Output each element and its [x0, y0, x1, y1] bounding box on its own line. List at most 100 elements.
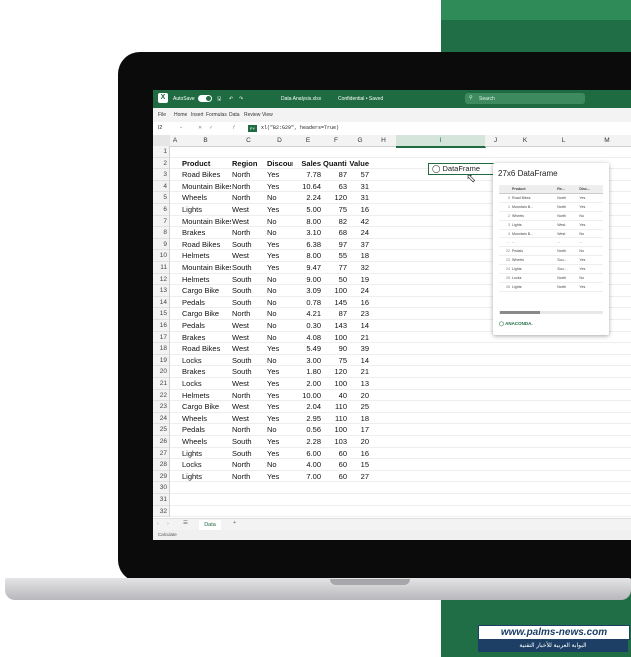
table-cell[interactable]: Yes	[267, 343, 293, 354]
table-cell[interactable]: 110	[323, 401, 347, 412]
table-cell[interactable]: Yes	[267, 262, 293, 273]
table-cell[interactable]: 17	[349, 424, 369, 435]
table-cell[interactable]: North	[232, 471, 266, 482]
table-cell[interactable]: 8.00	[293, 216, 321, 227]
table-cell[interactable]: No	[267, 320, 293, 331]
table-cell[interactable]: 37	[349, 239, 369, 250]
menu-home[interactable]: Home	[174, 112, 187, 118]
row-header[interactable]: 4	[153, 180, 170, 193]
menu-data[interactable]: Data	[229, 112, 240, 118]
table-cell[interactable]: 2.00	[293, 378, 321, 389]
table-cell[interactable]: Cargo Bike	[182, 308, 231, 319]
table-cell[interactable]: 50	[323, 274, 347, 285]
row-header[interactable]: 16	[153, 320, 170, 332]
save-icon[interactable]: 🖫	[217, 96, 221, 104]
table-cell[interactable]: South	[232, 274, 266, 285]
table-cell[interactable]: 103	[323, 436, 347, 447]
table-cell[interactable]: 18	[349, 250, 369, 261]
table-cell[interactable]: 2.95	[293, 413, 321, 424]
row-header[interactable]: 19	[153, 354, 170, 367]
table-cell[interactable]: Yes	[267, 448, 293, 459]
table-cell[interactable]: No	[267, 192, 293, 203]
table-cell[interactable]: 97	[323, 239, 347, 250]
name-box[interactable]: I2	[158, 125, 162, 131]
table-cell[interactable]: Wheels	[182, 192, 231, 203]
table-cell[interactable]: South	[232, 436, 266, 447]
table-cell[interactable]: Helmets	[182, 390, 231, 401]
row-header[interactable]: 12	[153, 273, 170, 286]
table-cell[interactable]: West	[232, 250, 266, 261]
menu-formulas[interactable]: Formulas	[206, 112, 227, 118]
table-cell[interactable]: 39	[349, 343, 369, 354]
table-cell[interactable]: Yes	[267, 366, 293, 377]
column-header-d[interactable]: D	[266, 135, 294, 147]
table-cell[interactable]: 7.00	[293, 471, 321, 482]
table-cell[interactable]: Mountain Bikes	[182, 262, 231, 273]
table-cell[interactable]: 57	[349, 169, 369, 180]
table-cell[interactable]: 3.09	[293, 285, 321, 296]
table-cell[interactable]: South	[232, 262, 266, 273]
table-cell[interactable]: Road Bikes	[182, 169, 231, 180]
table-cell[interactable]: No	[267, 332, 293, 343]
table-cell[interactable]: Yes	[267, 169, 293, 180]
table-cell[interactable]: 20	[349, 390, 369, 401]
table-cell[interactable]: West	[232, 216, 266, 227]
column-header-k[interactable]: K	[506, 135, 545, 147]
table-cell[interactable]: North	[232, 308, 266, 319]
add-sheet-icon[interactable]: +	[233, 520, 236, 526]
table-cell[interactable]: North	[232, 192, 266, 203]
preview-scroll-thumb[interactable]	[500, 311, 540, 314]
row-header[interactable]: 21	[153, 378, 170, 390]
formula-input[interactable]: xl("B2:G29", headers=True)	[261, 125, 339, 131]
table-cell[interactable]: Road Bikes	[182, 239, 231, 250]
table-cell[interactable]: 24	[349, 227, 369, 238]
table-cell[interactable]: Mountain Bikes	[182, 181, 231, 192]
table-cell[interactable]: South	[232, 366, 266, 377]
table-cell[interactable]: No	[267, 285, 293, 296]
row-header[interactable]: 8	[153, 227, 170, 239]
table-cell[interactable]: Yes	[267, 239, 293, 250]
table-cell[interactable]: South	[232, 448, 266, 459]
table-cell[interactable]: 60	[323, 471, 347, 482]
table-cell[interactable]: 9.47	[293, 262, 321, 273]
row-header[interactable]: 10	[153, 250, 170, 262]
table-cell[interactable]: West	[232, 332, 266, 343]
table-cell[interactable]: 100	[323, 285, 347, 296]
table-cell[interactable]: West	[232, 204, 266, 215]
table-cell[interactable]: 82	[323, 216, 347, 227]
row-header[interactable]: 24	[153, 412, 170, 425]
column-header-j[interactable]: J	[485, 135, 507, 147]
table-cell[interactable]: Locks	[182, 459, 231, 470]
row-header[interactable]: 22	[153, 389, 170, 402]
table-cell[interactable]: South	[232, 285, 266, 296]
table-cell[interactable]: 75	[323, 204, 347, 215]
table-cell[interactable]: Yes	[267, 436, 293, 447]
table-cell[interactable]: North	[232, 459, 266, 470]
table-cell[interactable]: 25	[349, 401, 369, 412]
table-cell[interactable]: No	[267, 459, 293, 470]
table-cell[interactable]: Yes	[267, 181, 293, 192]
table-cell[interactable]: South	[232, 239, 266, 250]
row-header[interactable]: 7	[153, 215, 170, 228]
column-title-quantity[interactable]: Quantity	[323, 158, 347, 169]
table-cell[interactable]: Pedals	[182, 297, 231, 308]
table-cell[interactable]: 4.00	[293, 459, 321, 470]
table-cell[interactable]: 20	[349, 436, 369, 447]
scroll-left-icon[interactable]: ‹	[157, 521, 159, 527]
table-cell[interactable]: North	[232, 227, 266, 238]
table-cell[interactable]: 6.00	[293, 448, 321, 459]
table-cell[interactable]: 21	[349, 332, 369, 343]
table-cell[interactable]: 2.04	[293, 401, 321, 412]
table-cell[interactable]: 24	[349, 285, 369, 296]
table-cell[interactable]: 16	[349, 448, 369, 459]
table-cell[interactable]: 2.28	[293, 436, 321, 447]
table-cell[interactable]: Cargo Bike	[182, 285, 231, 296]
row-header[interactable]: 2	[153, 157, 170, 170]
table-cell[interactable]: West	[232, 378, 266, 389]
table-cell[interactable]: 87	[323, 169, 347, 180]
row-header[interactable]: 20	[153, 366, 170, 378]
row-header[interactable]: 5	[153, 192, 170, 204]
table-cell[interactable]: Helmets	[182, 250, 231, 261]
row-header[interactable]: 17	[153, 331, 170, 344]
table-cell[interactable]: Pedals	[182, 320, 231, 331]
